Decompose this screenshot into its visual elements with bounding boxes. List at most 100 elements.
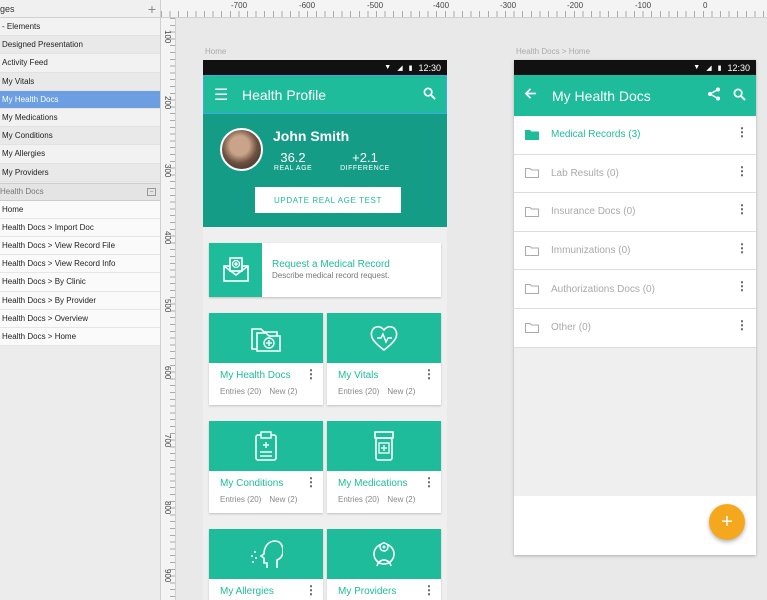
folder-label: Other (0)	[551, 322, 592, 334]
ruler-label: -700	[231, 1, 248, 10]
more-vert-icon[interactable]: ⋮	[736, 126, 748, 138]
artboard-home[interactable]: ▼ ◢ ▮ 12:30 ☰ Health Profile John Smith …	[203, 60, 447, 600]
tile-my-providers[interactable]: My Providers ⋮	[327, 529, 441, 600]
folder-icon	[525, 245, 539, 256]
folder-row-medical-records[interactable]: Medical Records (3) ⋮	[514, 116, 756, 155]
search-icon[interactable]	[423, 87, 436, 103]
avatar	[220, 128, 263, 171]
tile-my-conditions[interactable]: My Conditions ⋮ Entries (20) New (2)	[209, 421, 323, 513]
page-item[interactable]: My Conditions	[0, 127, 160, 146]
folder-row-insurance-docs[interactable]: Insurance Docs (0) ⋮	[514, 193, 756, 232]
pages-panel: ges + - Elements Designed Presentation A…	[0, 0, 161, 600]
hamburger-menu-icon[interactable]: ☰	[214, 85, 238, 105]
more-vert-icon[interactable]: ⋮	[736, 165, 748, 177]
app-bar: My Health Docs	[514, 75, 756, 116]
back-arrow-icon[interactable]	[524, 87, 548, 105]
folder-row-other[interactable]: Other (0) ⋮	[514, 309, 756, 348]
profile-name: John Smith	[273, 128, 350, 144]
page-item[interactable]: Home	[0, 200, 160, 219]
page-item[interactable]: Activity Feed	[0, 54, 160, 73]
ruler-label: -200	[567, 1, 584, 10]
more-vert-icon[interactable]: ⋮	[736, 280, 748, 292]
tile-new: New (2)	[387, 495, 416, 504]
folder-icon	[525, 206, 539, 217]
folder-plus-icon	[251, 328, 281, 352]
page-item[interactable]: Health Docs > By Clinic	[0, 273, 160, 292]
page-item[interactable]: Health Docs > By Provider	[0, 291, 160, 310]
tile-new: New (2)	[387, 387, 416, 396]
folder-icon	[525, 322, 539, 333]
more-vert-icon[interactable]: ⋮	[736, 319, 748, 331]
vertical-ruler[interactable]: 100 200 300 400 500 600 700 800 900	[161, 18, 176, 600]
page-item[interactable]: My Vitals	[0, 72, 160, 91]
ruler-label: 400	[163, 231, 172, 245]
folder-label: Authorizations Docs (0)	[551, 283, 655, 295]
tile-title: My Vitals	[338, 370, 379, 381]
add-page-icon[interactable]: +	[148, 2, 156, 16]
page-item[interactable]: My Allergies	[0, 145, 160, 164]
page-item[interactable]: - Elements	[0, 18, 160, 37]
request-record-card[interactable]: Request a Medical Record Describe medica…	[209, 243, 441, 297]
tile-new: New (2)	[269, 495, 298, 504]
share-icon[interactable]	[707, 87, 721, 104]
search-icon[interactable]	[733, 88, 746, 104]
tile-my-health-docs[interactable]: My Health Docs ⋮ Entries (20) New (2)	[209, 313, 323, 405]
ruler-label: 300	[163, 164, 172, 178]
more-vert-icon[interactable]: ⋮	[736, 203, 748, 215]
tile-my-allergies[interactable]: My Allergies ⋮	[209, 529, 323, 600]
tile-title: My Conditions	[220, 478, 284, 489]
folder-label: Immunizations (0)	[551, 245, 631, 257]
artboard-health-docs-home[interactable]: ▼ ◢ ▮ 12:30 My Health Docs Medical Recor…	[514, 60, 756, 555]
page-item[interactable]: My Providers	[0, 163, 160, 182]
difference-label: DIFFERENCE	[340, 165, 390, 172]
heart-pulse-icon	[370, 325, 398, 352]
ruler-label: -300	[500, 1, 517, 10]
update-real-age-button[interactable]: UPDATE REAL AGE TEST	[255, 187, 401, 213]
page-item[interactable]: Health Docs > View Record Info	[0, 255, 160, 274]
ruler-label: -100	[635, 1, 652, 10]
ruler-ticks	[161, 11, 767, 17]
more-vert-icon[interactable]: ⋮	[305, 476, 317, 488]
pages-panel-header: ges +	[0, 0, 160, 18]
tile-entries: Entries (20)	[338, 495, 380, 504]
tile-title: My Medications	[338, 478, 408, 489]
page-item[interactable]: Designed Presentation	[0, 36, 160, 55]
allergy-head-icon	[251, 540, 283, 568]
folder-row-immunizations[interactable]: Immunizations (0) ⋮	[514, 232, 756, 271]
page-item[interactable]: My Medications	[0, 108, 160, 128]
real-age-stat: 36.2 REAL AGE	[273, 150, 313, 172]
horizontal-ruler[interactable]: -700 -600 -500 -400 -300 -200 -100 0	[161, 0, 767, 18]
ruler-label: 900	[163, 569, 172, 583]
folder-label: Medical Records (3)	[551, 129, 641, 141]
tile-my-vitals[interactable]: My Vitals ⋮ Entries (20) New (2)	[327, 313, 441, 405]
more-vert-icon[interactable]: ⋮	[736, 242, 748, 254]
artboard-label[interactable]: Home	[205, 47, 226, 56]
collapse-group-icon[interactable]: –	[147, 187, 156, 196]
page-item[interactable]: Health Docs > Home	[0, 328, 160, 347]
folder-icon	[525, 284, 539, 295]
tile-entries: Entries (20)	[220, 387, 262, 396]
tile-my-medications[interactable]: My Medications ⋮ Entries (20) New (2)	[327, 421, 441, 513]
more-vert-icon[interactable]: ⋮	[423, 368, 435, 380]
folder-row-authorizations-docs[interactable]: Authorizations Docs (0) ⋮	[514, 270, 756, 309]
page-item[interactable]: Health Docs > Import Doc	[0, 218, 160, 238]
page-item-selected[interactable]: My Health Docs	[0, 90, 160, 109]
add-fab-button[interactable]: +	[709, 504, 745, 540]
page-group-health-docs[interactable]: Health Docs –	[0, 182, 160, 201]
ruler-label: 500	[163, 299, 172, 313]
more-vert-icon[interactable]: ⋮	[423, 584, 435, 596]
app-bar-title: Health Profile	[242, 86, 327, 103]
folder-row-lab-results[interactable]: Lab Results (0) ⋮	[514, 155, 756, 194]
battery-icon: ▮	[408, 64, 413, 72]
more-vert-icon[interactable]: ⋮	[423, 476, 435, 488]
tile-title: My Providers	[338, 586, 397, 597]
more-vert-icon[interactable]: ⋮	[305, 584, 317, 596]
page-item[interactable]: Health Docs > View Record File	[0, 237, 160, 256]
artboard-label[interactable]: Health Docs > Home	[516, 47, 590, 56]
request-card-title: Request a Medical Record	[272, 259, 390, 270]
real-age-label: REAL AGE	[273, 165, 313, 172]
more-vert-icon[interactable]: ⋮	[305, 368, 317, 380]
signal-icon: ◢	[397, 64, 403, 72]
profile-header: John Smith 36.2 REAL AGE +2.1 DIFFERENCE…	[203, 114, 447, 227]
page-item[interactable]: Health Docs > Overview	[0, 309, 160, 328]
